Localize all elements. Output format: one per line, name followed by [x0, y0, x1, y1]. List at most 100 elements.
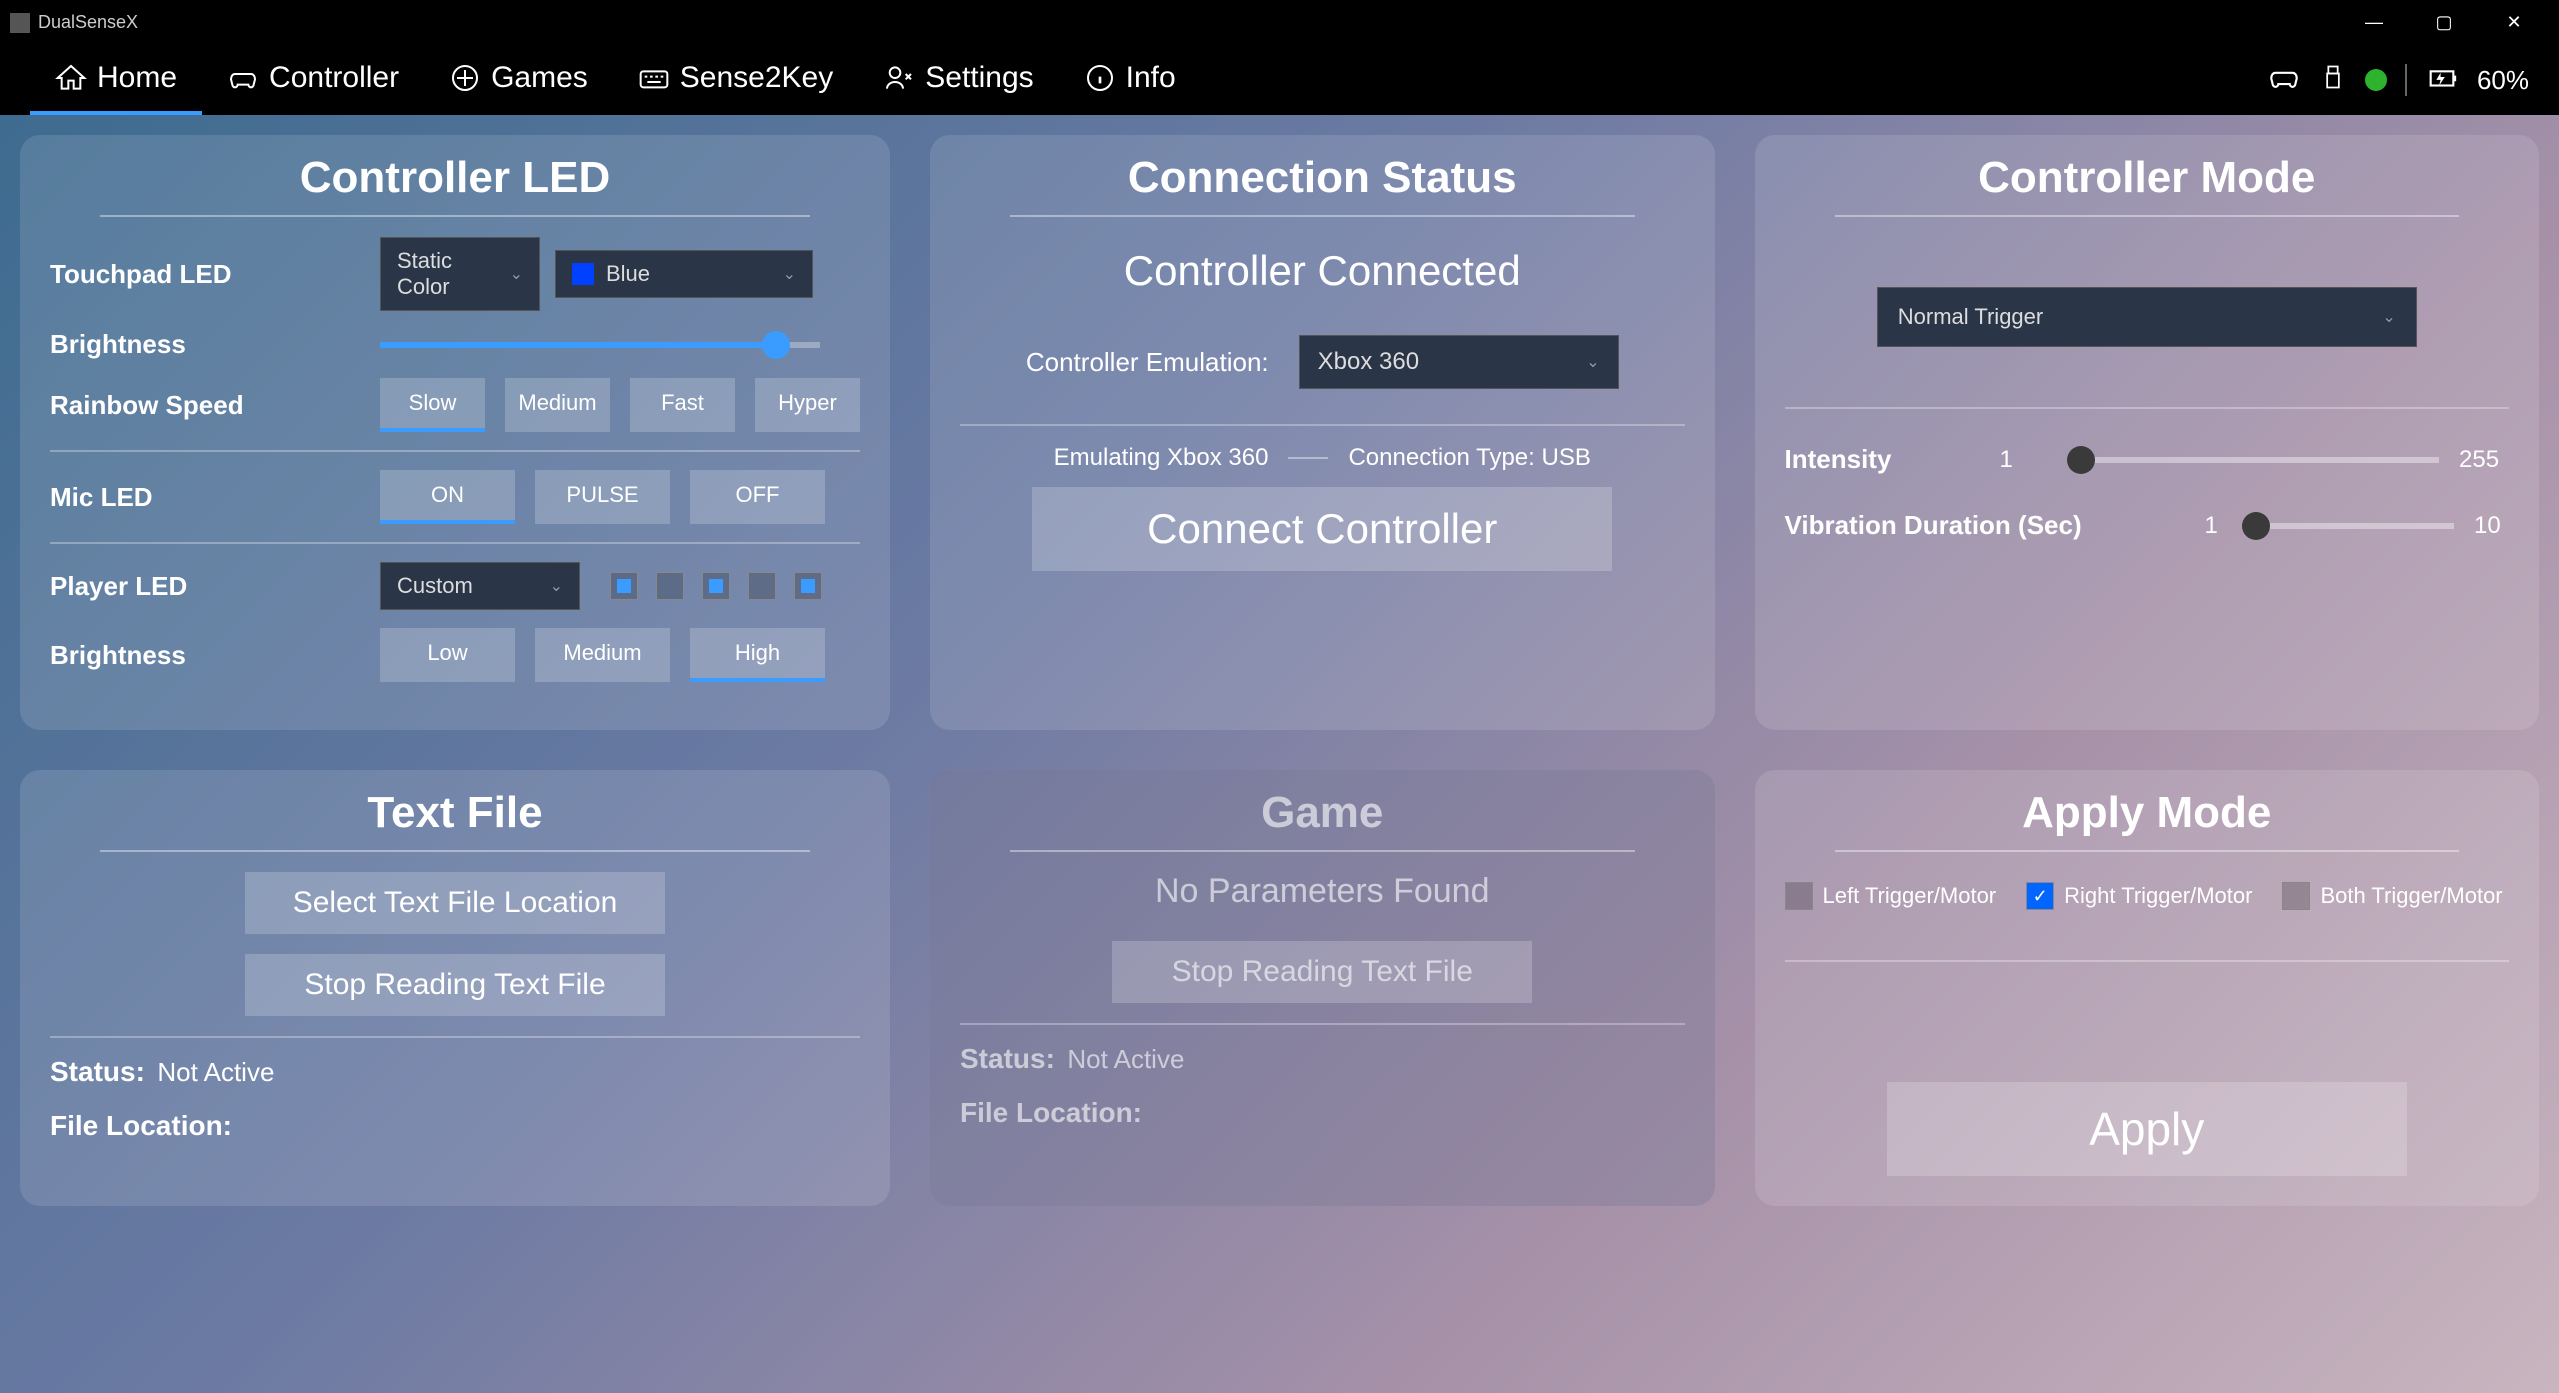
maximize-button[interactable]: ▢: [2409, 0, 2479, 45]
player-led-1-checkbox[interactable]: [610, 572, 638, 600]
nav-sense2key[interactable]: Sense2Key: [613, 45, 858, 115]
intensity-slider[interactable]: [2070, 457, 2440, 463]
card-controller-led: Controller LED Touchpad LED Static Color…: [20, 135, 890, 730]
app-title: DualSenseX: [38, 12, 2339, 33]
stop-reading-text-file-button[interactable]: Stop Reading Text File: [245, 954, 665, 1016]
card-apply-mode: Apply Mode Left Trigger/Motor Right Trig…: [1755, 770, 2540, 1206]
player-led-3-checkbox[interactable]: [702, 572, 730, 600]
game-status-value: Not Active: [1067, 1044, 1184, 1074]
right-trigger-checkbox[interactable]: [2026, 882, 2054, 910]
status-battery-icon: [2425, 60, 2459, 101]
home-icon: [55, 62, 87, 94]
rainbow-slow-button[interactable]: Slow: [380, 378, 485, 432]
player-led-2-checkbox[interactable]: [656, 572, 684, 600]
select-text-file-button[interactable]: Select Text File Location: [245, 872, 665, 934]
games-icon: [449, 62, 481, 94]
touchpad-led-label: Touchpad LED: [50, 259, 380, 290]
mic-off-button[interactable]: OFF: [690, 470, 825, 524]
mic-pulse-button[interactable]: PULSE: [535, 470, 670, 524]
player-led-value: Custom: [397, 573, 473, 599]
chevron-down-icon: ⌄: [1586, 352, 1599, 372]
nav-info-label: Info: [1126, 61, 1176, 95]
game-loc-label: File Location:: [960, 1097, 1142, 1128]
pbright-low-button[interactable]: Low: [380, 628, 515, 682]
duration-max: 10: [2474, 512, 2509, 540]
trigger-mode-select[interactable]: Normal Trigger ⌄: [1877, 287, 2417, 347]
left-trigger-label: Left Trigger/Motor: [1823, 883, 1997, 909]
nav-games[interactable]: Games: [424, 45, 613, 115]
duration-slider[interactable]: [2250, 523, 2455, 529]
nav-controller[interactable]: Controller: [202, 45, 424, 115]
settings-icon: [883, 62, 915, 94]
mic-led-label: Mic LED: [50, 482, 380, 513]
status-usb-icon: [2319, 63, 2347, 98]
card-text-file: Text File Select Text File Location Stop…: [20, 770, 890, 1206]
player-brightness-label: Brightness: [50, 640, 380, 671]
both-trigger-label: Both Trigger/Motor: [2320, 883, 2502, 909]
chevron-down-icon: ⌄: [510, 264, 523, 284]
nav-controller-label: Controller: [269, 61, 399, 95]
nav-info[interactable]: Info: [1059, 45, 1201, 115]
rainbow-hyper-button[interactable]: Hyper: [755, 378, 860, 432]
game-stop-reading-button[interactable]: Stop Reading Text File: [1112, 941, 1532, 1003]
pbright-high-button[interactable]: High: [690, 628, 825, 682]
color-swatch: [572, 263, 594, 285]
card-title: Apply Mode: [1835, 780, 2460, 852]
connection-status-text: Controller Connected: [960, 247, 1685, 295]
player-led-select[interactable]: Custom ⌄: [380, 562, 580, 610]
touchpad-mode-value: Static Color: [397, 248, 510, 300]
connection-type-text: Connection Type: USB: [1348, 444, 1590, 472]
close-button[interactable]: ✕: [2479, 0, 2549, 45]
textfile-status-value: Not Active: [157, 1057, 274, 1087]
brightness-label: Brightness: [50, 329, 380, 360]
status-divider: [2405, 64, 2407, 96]
chevron-down-icon: ⌄: [550, 576, 563, 596]
status-connected-dot: [2365, 69, 2387, 91]
touchpad-mode-select[interactable]: Static Color ⌄: [380, 237, 540, 311]
left-trigger-checkbox[interactable]: [1785, 882, 1813, 910]
touchpad-color-select[interactable]: Blue ⌄: [555, 250, 813, 298]
textfile-loc-label: File Location:: [50, 1110, 232, 1141]
chevron-down-icon: ⌄: [783, 264, 796, 284]
card-title: Controller LED: [100, 145, 810, 217]
dash: [1288, 457, 1328, 459]
duration-min: 1: [2205, 512, 2230, 540]
rainbow-speed-label: Rainbow Speed: [50, 390, 380, 421]
game-status-label: Status:: [960, 1043, 1055, 1074]
textfile-status-label: Status:: [50, 1056, 145, 1087]
intensity-label: Intensity: [1785, 444, 1980, 475]
card-title: Controller Mode: [1835, 145, 2460, 217]
info-icon: [1084, 62, 1116, 94]
emulation-select[interactable]: Xbox 360 ⌄: [1299, 335, 1619, 389]
nav-settings[interactable]: Settings: [858, 45, 1058, 115]
brightness-slider[interactable]: [380, 342, 820, 348]
nav-sense2key-label: Sense2Key: [680, 61, 833, 95]
nav-home-label: Home: [97, 61, 177, 95]
status-battery-pct: 60%: [2477, 65, 2529, 96]
card-title: Game: [1010, 780, 1635, 852]
emulation-value: Xbox 360: [1318, 348, 1419, 376]
trigger-mode-value: Normal Trigger: [1898, 304, 2043, 330]
player-led-label: Player LED: [50, 571, 380, 602]
rainbow-medium-button[interactable]: Medium: [505, 378, 610, 432]
card-connection-status: Connection Status Controller Connected C…: [930, 135, 1715, 730]
apply-button[interactable]: Apply: [1887, 1082, 2407, 1176]
status-controller-icon: [2267, 60, 2301, 101]
pbright-medium-button[interactable]: Medium: [535, 628, 670, 682]
emulating-text: Emulating Xbox 360: [1054, 444, 1269, 472]
right-trigger-label: Right Trigger/Motor: [2064, 883, 2252, 909]
titlebar: DualSenseX — ▢ ✕: [0, 0, 2559, 45]
minimize-button[interactable]: —: [2339, 0, 2409, 45]
keyboard-icon: [638, 62, 670, 94]
nav-home[interactable]: Home: [30, 45, 202, 115]
player-led-4-checkbox[interactable]: [748, 572, 776, 600]
player-led-5-checkbox[interactable]: [794, 572, 822, 600]
rainbow-fast-button[interactable]: Fast: [630, 378, 735, 432]
game-noparams-text: No Parameters Found: [960, 872, 1685, 911]
app-icon: [10, 13, 30, 33]
duration-label: Vibration Duration (Sec): [1785, 510, 2185, 541]
card-game: Game No Parameters Found Stop Reading Te…: [930, 770, 1715, 1206]
both-trigger-checkbox[interactable]: [2282, 882, 2310, 910]
mic-on-button[interactable]: ON: [380, 470, 515, 524]
connect-controller-button[interactable]: Connect Controller: [1032, 487, 1612, 571]
